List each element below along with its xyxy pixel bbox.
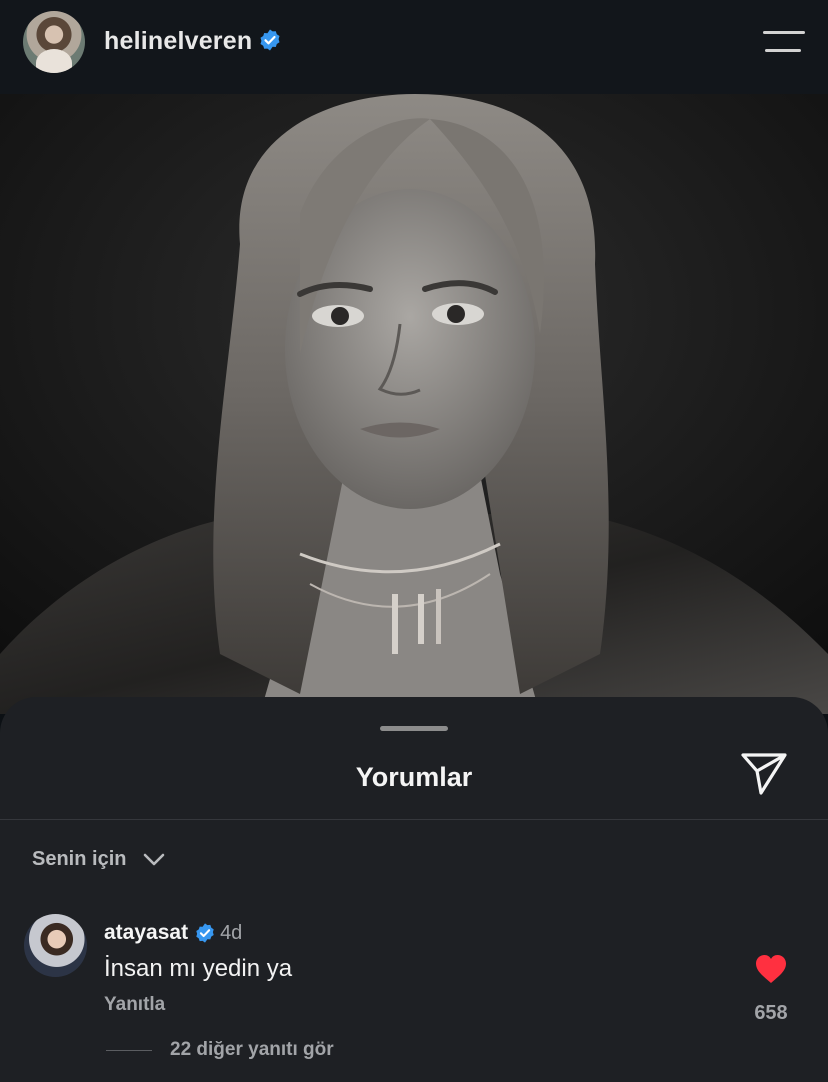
paper-plane-icon[interactable] xyxy=(739,751,789,797)
comment-text: İnsan mı yedin ya xyxy=(104,955,293,982)
sheet-drag-handle[interactable] xyxy=(380,726,448,731)
post-header: helinelveren xyxy=(0,0,828,94)
verified-badge-icon xyxy=(196,923,214,943)
replies-divider-line xyxy=(106,1049,152,1051)
comments-sheet: Yorumlar Senin için atayasat 4d İnsan mı… xyxy=(0,697,828,1082)
sheet-title: Yorumlar xyxy=(355,762,473,792)
hamburger-menu-icon[interactable] xyxy=(763,31,805,53)
comment-timestamp: 4d xyxy=(220,921,243,944)
commenter-username-text[interactable]: atayasat xyxy=(104,921,188,945)
post-image[interactable] xyxy=(0,94,828,714)
verified-badge-icon xyxy=(260,29,280,51)
reply-button[interactable]: Yanıtla xyxy=(104,994,165,1016)
more-replies-label: 22 diğer yanıtı gör xyxy=(170,1039,334,1060)
commenter-username[interactable]: atayasat 4d xyxy=(104,921,242,945)
post-username[interactable]: helinelveren xyxy=(104,27,282,56)
heart-icon[interactable] xyxy=(754,953,788,985)
post-username-text[interactable]: helinelveren xyxy=(104,27,252,55)
filter-label: Senin için xyxy=(32,848,127,870)
view-more-replies-button[interactable]: 22 diğer yanıtı gör xyxy=(106,1039,334,1061)
sheet-divider xyxy=(0,819,828,820)
profile-avatar[interactable] xyxy=(23,11,85,73)
like-count: 658 xyxy=(754,1002,788,1024)
commenter-avatar[interactable] xyxy=(24,914,87,977)
chevron-down-icon xyxy=(144,853,165,865)
comment-filter-dropdown[interactable]: Senin için xyxy=(32,848,166,871)
portrait-photo xyxy=(0,94,828,714)
